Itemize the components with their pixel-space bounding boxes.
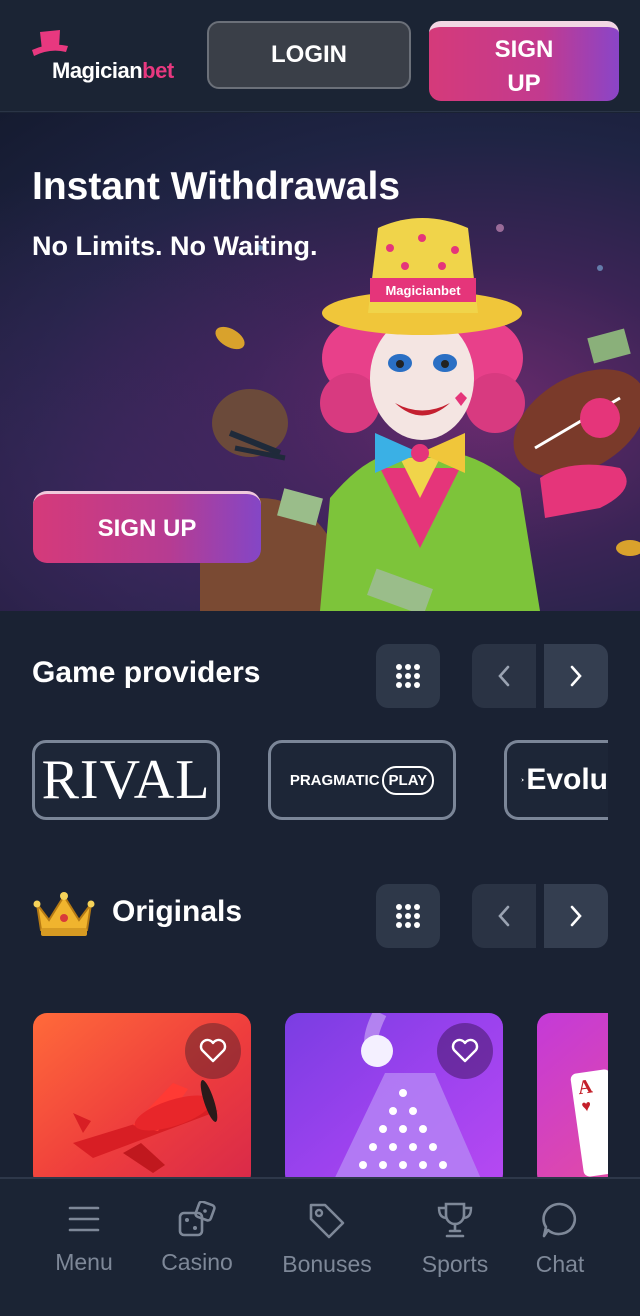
nav-item-casino[interactable]: Casino bbox=[142, 1201, 252, 1276]
nav-label: Menu bbox=[55, 1249, 113, 1275]
chat-icon bbox=[542, 1202, 577, 1238]
playing-card-icon: A ♥ bbox=[569, 1068, 608, 1178]
trophy-icon bbox=[437, 1202, 473, 1238]
dice-icon bbox=[178, 1201, 216, 1237]
provider-name-suffix: PLAY bbox=[381, 765, 435, 795]
nav-label: Chat bbox=[535, 1251, 585, 1277]
card-suit: ♥ bbox=[580, 1097, 593, 1116]
provider-name: Evolu bbox=[526, 763, 608, 796]
nav-label: Sports bbox=[421, 1251, 489, 1277]
hero-signup-button[interactable]: SIGN UP bbox=[33, 491, 261, 563]
provider-card-rival[interactable]: RIVAL bbox=[32, 740, 220, 820]
chevron-left-icon bbox=[498, 665, 510, 687]
providers-prev-button[interactable] bbox=[472, 644, 536, 708]
logo-text: Magicianbet bbox=[52, 58, 174, 84]
favorite-button[interactable] bbox=[185, 1023, 241, 1079]
original-game-card-blackjack[interactable]: A ♥ bbox=[537, 1013, 608, 1188]
logo-text-accent: bet bbox=[142, 58, 174, 83]
logo-text-main: Magician bbox=[52, 58, 143, 83]
nav-label: Bonuses bbox=[282, 1251, 372, 1277]
hero-title: Instant Withdrawals bbox=[32, 165, 401, 208]
grid-icon bbox=[396, 904, 420, 928]
nav-label: Casino bbox=[161, 1249, 233, 1275]
originals-prev-button[interactable] bbox=[472, 884, 536, 948]
top-header: Magicianbet LOGIN SIGN UP bbox=[0, 0, 640, 112]
nav-item-chat[interactable]: Chat bbox=[505, 1201, 615, 1278]
nav-item-menu[interactable]: Menu bbox=[29, 1201, 139, 1276]
originals-title: Originals bbox=[112, 895, 243, 928]
original-game-card-aviator[interactable] bbox=[33, 1013, 251, 1188]
evolution-logo-icon bbox=[521, 778, 524, 782]
grid-icon bbox=[396, 664, 420, 688]
providers-title: Game providers bbox=[32, 656, 261, 689]
bottom-navigation: Menu Casino Bonuses Sports Chat bbox=[0, 1177, 640, 1316]
heart-icon bbox=[199, 1038, 227, 1063]
provider-name: RIVAL bbox=[41, 749, 211, 811]
providers-next-button[interactable] bbox=[544, 644, 608, 708]
heart-icon bbox=[451, 1038, 479, 1063]
hero-subtitle: No Limits. No Waiting. bbox=[32, 231, 318, 261]
chevron-right-icon bbox=[570, 665, 582, 687]
originals-next-button[interactable] bbox=[544, 884, 608, 948]
original-game-card-plinko[interactable] bbox=[285, 1013, 503, 1188]
favorite-button[interactable] bbox=[437, 1023, 493, 1079]
magicianbet-logo[interactable]: Magicianbet bbox=[30, 28, 210, 88]
hat-band-text: Magicianbet bbox=[385, 283, 461, 298]
providers-view-all-button[interactable] bbox=[376, 644, 440, 708]
provider-name: PRAGMATIC bbox=[289, 771, 380, 789]
chevron-left-icon bbox=[498, 905, 510, 927]
crown-icon bbox=[33, 892, 95, 936]
menu-icon bbox=[68, 1206, 100, 1232]
clown-magician-illustration: Magicianbet bbox=[200, 218, 640, 611]
chevron-right-icon bbox=[570, 905, 582, 927]
provider-card-pragmatic-play[interactable]: PRAGMATIC PLAY bbox=[268, 740, 456, 820]
nav-item-bonuses[interactable]: Bonuses bbox=[272, 1201, 382, 1278]
signup-label-line2: UP bbox=[507, 70, 541, 97]
tag-icon bbox=[309, 1203, 345, 1239]
signup-button-header[interactable]: SIGN UP bbox=[429, 21, 619, 101]
login-button[interactable]: LOGIN bbox=[207, 21, 411, 89]
hero-banner[interactable]: Magicianbet Instant Withdrawals No Limit… bbox=[0, 113, 640, 611]
card-rank: A bbox=[576, 1075, 594, 1100]
nav-item-sports[interactable]: Sports bbox=[400, 1201, 510, 1278]
originals-view-all-button[interactable] bbox=[376, 884, 440, 948]
provider-card-evolution[interactable]: Evolu bbox=[504, 740, 608, 820]
signup-label-line1: SIGN bbox=[494, 36, 554, 63]
